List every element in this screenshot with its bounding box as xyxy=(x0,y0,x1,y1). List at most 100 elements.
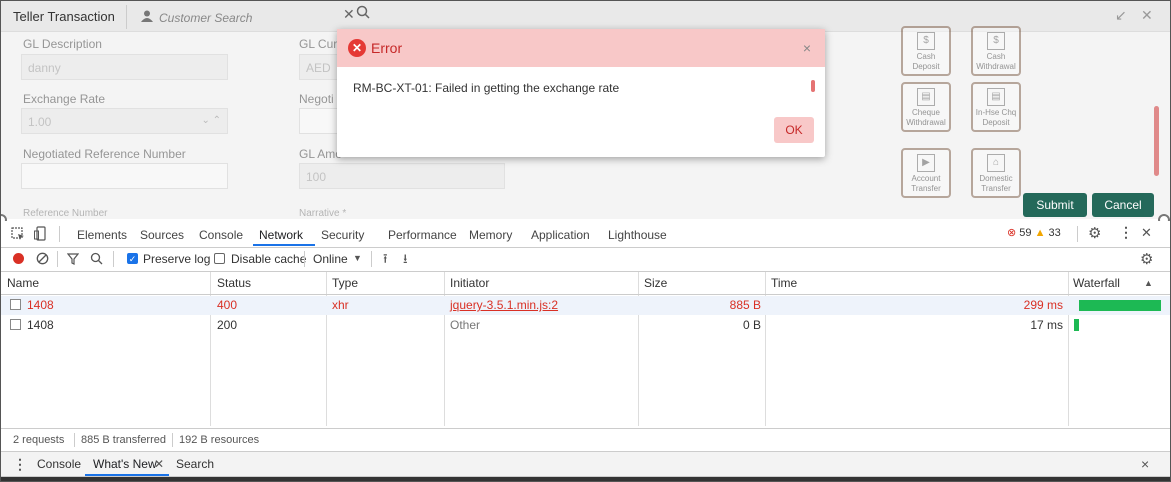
quick-action-label: In-Hse Chq Deposit xyxy=(975,108,1017,127)
request-name[interactable]: 1408 xyxy=(27,298,54,312)
more-options-icon[interactable]: ⋮ xyxy=(1119,224,1133,241)
customer-search-box[interactable]: Customer Search xyxy=(126,5,349,29)
gl-description-field[interactable]: danny xyxy=(21,54,228,80)
drawer-tab-whats-new[interactable]: What's New xyxy=(93,457,157,471)
close-devtools-icon[interactable]: ✕ xyxy=(1141,225,1152,241)
divider xyxy=(113,251,114,267)
negotiated-field[interactable] xyxy=(299,108,339,134)
waterfall-bar xyxy=(1079,300,1161,311)
table-row[interactable]: 1408 200 Other 0 B 17 ms xyxy=(1,316,1170,335)
exchange-rate-value: 1.00 xyxy=(28,115,52,129)
quick-action-label: Domestic Transfer xyxy=(979,174,1013,193)
gl-amount-field[interactable]: 100 xyxy=(299,163,505,189)
column-header-time[interactable]: Time xyxy=(771,272,798,295)
close-window-icon[interactable]: ✕ xyxy=(1141,7,1153,24)
cancel-button[interactable]: Cancel xyxy=(1092,193,1154,217)
in-house-cheque-deposit-tile[interactable]: ▤ In-Hse Chq Deposit xyxy=(971,82,1021,132)
table-row[interactable]: 1408 400 xhr jquery-3.5.1.min.js:2 885 B… xyxy=(1,296,1170,315)
network-summary-bar: 2 requests 885 B transferred 192 B resou… xyxy=(1,428,1170,452)
search-icon[interactable] xyxy=(356,5,370,19)
tab-sources[interactable]: Sources xyxy=(140,228,184,242)
export-har-icon[interactable]: ⭳ xyxy=(403,250,408,272)
settings-gear-icon[interactable]: ⚙ xyxy=(1088,224,1101,242)
request-time: 17 ms xyxy=(1030,318,1063,332)
customer-search-input[interactable]: Customer Search xyxy=(159,11,252,25)
rate-stepper-icon[interactable]: ⌄ ⌃ xyxy=(201,115,221,126)
exchange-rate-label: Exchange Rate xyxy=(23,92,106,106)
tab-application[interactable]: Application xyxy=(531,228,590,242)
cheque-withdrawal-tile[interactable]: ▤ Cheque Withdrawal xyxy=(901,82,951,132)
preserve-log-label: Preserve log xyxy=(143,252,211,266)
ok-button[interactable]: OK xyxy=(774,117,814,143)
column-header-type[interactable]: Type xyxy=(332,272,359,295)
cash-withdrawal-tile[interactable]: $ Cash Withdrawal xyxy=(971,26,1021,76)
tab-network[interactable]: Network xyxy=(259,228,303,242)
clear-icon[interactable] xyxy=(36,252,49,265)
error-count: 59 xyxy=(1019,227,1032,239)
quick-action-label: Cheque Withdrawal xyxy=(906,108,946,127)
app-scrollbar[interactable] xyxy=(1154,106,1159,176)
transfer-icon: ▶ xyxy=(917,154,935,172)
throttling-select[interactable]: Online xyxy=(313,252,348,266)
dropdown-arrow-icon[interactable]: ▼ xyxy=(353,253,362,263)
error-message: RM-BC-XT-01: Failed in getting the excha… xyxy=(353,81,620,95)
column-header-name[interactable]: Name xyxy=(7,272,40,295)
minimize-icon[interactable]: ↙ xyxy=(1115,7,1127,24)
quick-action-label: Cash Deposit xyxy=(912,52,940,71)
narrative-label: Narrative * xyxy=(299,208,347,219)
warning-count-icon: ▲ xyxy=(1034,227,1046,239)
dialog-scrollbar[interactable] xyxy=(811,80,815,92)
preserve-log-checkbox[interactable]: ✓ xyxy=(127,253,138,264)
error-dialog-header: ✕ Error × xyxy=(337,29,825,67)
devtools-panel: Elements Sources Console Network Securit… xyxy=(1,221,1170,481)
filter-icon[interactable] xyxy=(67,253,79,265)
account-transfer-tile[interactable]: ▶ Account Transfer xyxy=(901,148,951,198)
close-drawer-icon[interactable]: × xyxy=(1141,456,1149,472)
warning-count: 33 xyxy=(1048,227,1061,239)
column-header-status[interactable]: Status xyxy=(217,272,252,295)
error-icon: ✕ xyxy=(348,39,366,57)
submit-button[interactable]: Submit xyxy=(1023,193,1087,217)
row-file-icon xyxy=(10,299,21,310)
page-title: Teller Transaction xyxy=(13,9,115,24)
tab-console[interactable]: Console xyxy=(199,228,243,242)
import-har-icon[interactable]: ⭱ xyxy=(383,250,388,272)
clear-search-icon[interactable]: ✕ xyxy=(343,6,355,23)
exchange-rate-field[interactable]: 1.00 ⌄ ⌃ xyxy=(21,108,228,134)
network-settings-gear-icon[interactable]: ⚙ xyxy=(1140,250,1153,268)
column-header-initiator[interactable]: Initiator xyxy=(450,272,490,295)
issues-badge[interactable]: ⊗ 59 ▲ 33 xyxy=(1007,226,1061,239)
negotiated-reference-field[interactable] xyxy=(21,163,228,189)
tab-elements[interactable]: Elements xyxy=(77,228,127,242)
request-name[interactable]: 1408 xyxy=(27,318,54,332)
column-header-waterfall[interactable]: Waterfall xyxy=(1073,272,1120,295)
sort-up-icon[interactable]: ▲ xyxy=(1144,272,1153,295)
close-tab-icon[interactable]: ✕ xyxy=(154,457,164,471)
negotiated-reference-label: Negotiated Reference Number xyxy=(23,147,186,161)
domestic-transfer-tile[interactable]: ⌂ Domestic Transfer xyxy=(971,148,1021,198)
close-icon[interactable]: × xyxy=(803,40,811,56)
device-toolbar-icon[interactable] xyxy=(34,226,48,241)
gl-description-label: GL Description xyxy=(23,37,102,51)
drawer-tab-search[interactable]: Search xyxy=(176,457,214,471)
gl-amount-label: GL Amo xyxy=(299,147,342,161)
tab-performance[interactable]: Performance xyxy=(388,228,457,242)
request-initiator-link[interactable]: jquery-3.5.1.min.js:2 xyxy=(450,298,558,312)
request-size: 0 B xyxy=(742,318,761,332)
disable-cache-checkbox[interactable] xyxy=(214,253,225,264)
divider xyxy=(172,433,173,447)
negotiated-label: Negoti xyxy=(299,92,334,106)
tab-security[interactable]: Security xyxy=(321,228,364,242)
inspect-element-icon[interactable] xyxy=(11,227,25,241)
tab-lighthouse[interactable]: Lighthouse xyxy=(608,228,667,242)
column-header-size[interactable]: Size xyxy=(644,272,668,295)
request-initiator: Other xyxy=(450,318,481,332)
record-icon[interactable] xyxy=(13,253,24,264)
cash-deposit-tile[interactable]: $ Cash Deposit xyxy=(901,26,951,76)
drawer-menu-icon[interactable]: ⋮ xyxy=(13,456,27,473)
drawer-tab-console[interactable]: Console xyxy=(37,457,81,471)
divider xyxy=(371,251,372,267)
search-icon[interactable] xyxy=(90,252,103,265)
tab-memory[interactable]: Memory xyxy=(469,228,512,242)
gl-currency-field[interactable]: AED xyxy=(299,54,339,80)
